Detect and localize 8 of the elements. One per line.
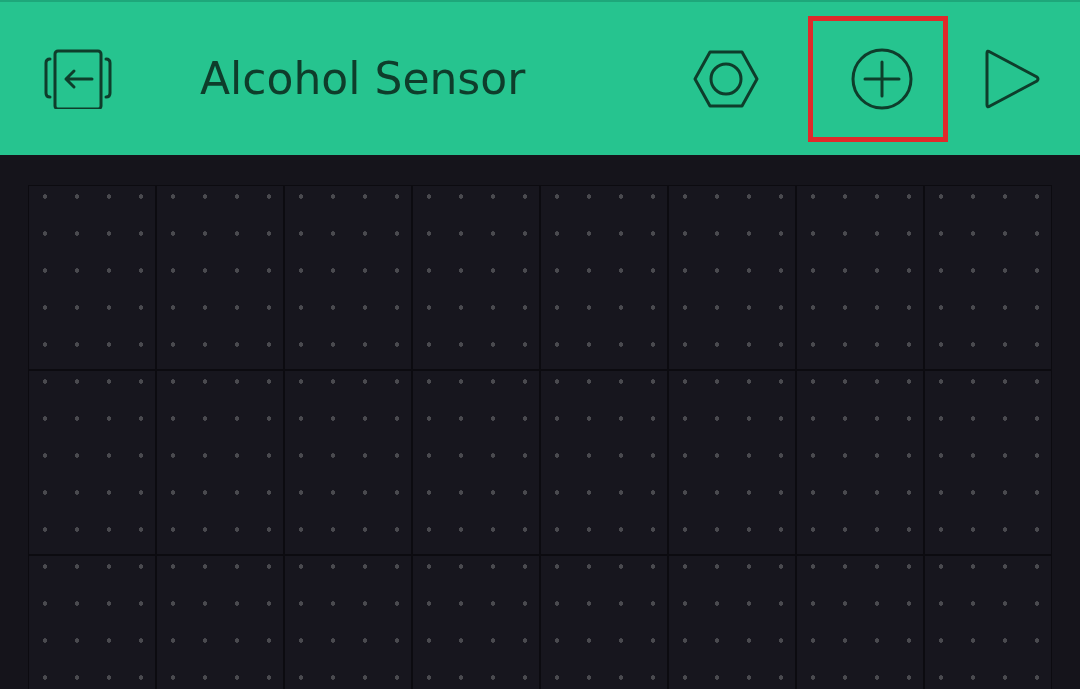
play-button[interactable] bbox=[984, 48, 1040, 109]
settings-button[interactable] bbox=[693, 49, 759, 108]
project-title: Alcohol Sensor bbox=[200, 53, 527, 104]
add-icon bbox=[851, 47, 913, 110]
exit-icon bbox=[44, 48, 112, 109]
hexagon-icon bbox=[693, 49, 759, 108]
add-widget-button[interactable] bbox=[851, 47, 913, 110]
play-icon bbox=[984, 48, 1040, 109]
